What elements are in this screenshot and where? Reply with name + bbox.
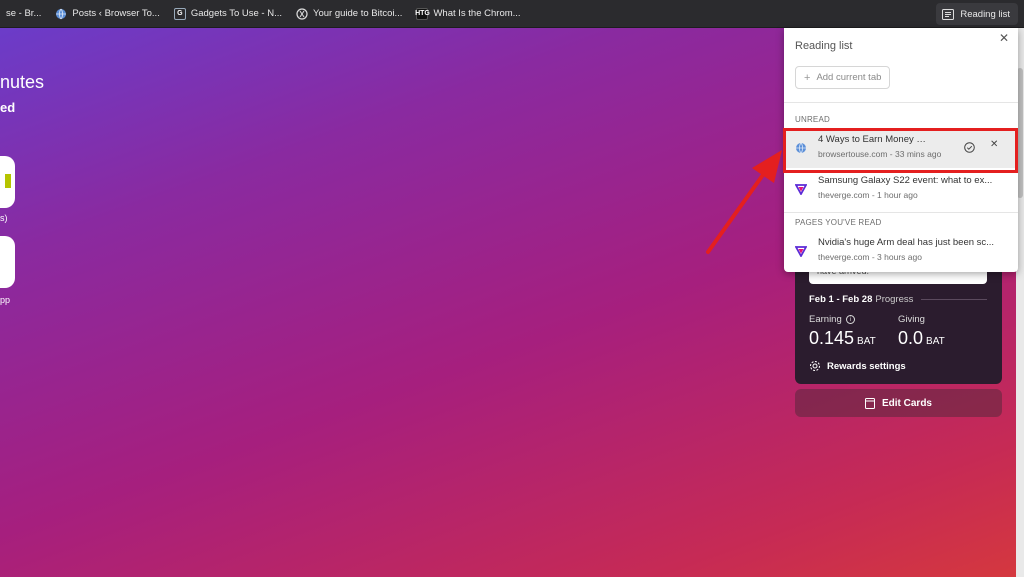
add-current-tab-button[interactable]: + Add current tab xyxy=(795,66,891,89)
info-icon[interactable]: i xyxy=(845,315,855,324)
bookmark-label: Your guide to Bitcoi... xyxy=(313,8,403,19)
bookmark-posts[interactable]: Posts ‹ Browser To... xyxy=(49,3,165,25)
bookmark-htg[interactable]: HTG What Is the Chrom... xyxy=(410,3,526,25)
bookmark-label: What Is the Chrom... xyxy=(433,8,521,19)
edit-cards-label: Edit Cards xyxy=(881,397,932,409)
rewards-period: Feb 1 - Feb 28 Progress xyxy=(809,294,987,305)
bitcoin-guide-icon xyxy=(296,7,308,20)
reading-list-label: Reading list xyxy=(960,8,1010,20)
item-meta: theverge.com - 3 hours ago xyxy=(818,252,922,262)
giving-unit: BAT xyxy=(926,336,945,347)
verge-icon xyxy=(794,244,808,258)
bookmark-brave[interactable]: se - Br... xyxy=(0,3,47,25)
reading-list-item[interactable]: Samsung Galaxy S22 event: what to ex... … xyxy=(784,169,1018,209)
divider xyxy=(784,102,1018,103)
reading-list-item[interactable]: Nvidia's huge Arm deal has just been sc.… xyxy=(784,231,1018,271)
bookmark-label: Gadgets To Use - N... xyxy=(190,8,283,19)
read-section-label: PAGES YOU'VE READ xyxy=(795,218,882,227)
reading-list-button[interactable]: Reading list xyxy=(936,3,1018,25)
giving-label: Giving xyxy=(898,314,925,325)
plus-icon: + xyxy=(804,71,811,84)
giving-value: 0.0 BAT xyxy=(898,328,945,349)
rewards-settings-label: Rewards settings xyxy=(827,360,906,372)
item-title: Samsung Galaxy S22 event: what to ex... xyxy=(818,175,993,186)
edit-cards-icon xyxy=(864,397,875,409)
add-current-tab-label: Add current tab xyxy=(816,72,882,83)
unread-section-label: UNREAD xyxy=(795,115,830,124)
top-site-caption: s) xyxy=(0,213,8,223)
globe-icon xyxy=(55,8,67,20)
item-title: Nvidia's huge Arm deal has just been sc.… xyxy=(818,237,995,248)
stats-heading: nutes xyxy=(0,72,45,92)
earning-label: Earning i xyxy=(809,314,855,325)
divider xyxy=(784,212,1018,213)
stats-subheading: ed xyxy=(0,100,16,115)
top-site-tile[interactable] xyxy=(0,156,15,208)
period-dates: Feb 1 - Feb 28 xyxy=(809,294,873,305)
close-icon[interactable]: ✕ xyxy=(999,31,1009,45)
earning-label-text: Earning xyxy=(809,314,842,325)
top-site-tile[interactable] xyxy=(0,236,15,288)
item-meta: theverge.com - 1 hour ago xyxy=(818,190,918,200)
reading-list-icon xyxy=(942,8,955,20)
tile-logo xyxy=(5,174,11,188)
bookmark-gadgets-to-use[interactable]: G Gadgets To Use - N... xyxy=(168,3,288,25)
period-label: Progress xyxy=(875,294,914,305)
gear-icon xyxy=(810,361,820,371)
period-divider xyxy=(921,299,987,300)
earning-amount: 0.145 xyxy=(809,328,855,348)
rewards-settings-link[interactable]: Rewards settings xyxy=(809,360,906,372)
reading-list-title: Reading list xyxy=(795,40,853,52)
edit-cards-button[interactable]: Edit Cards xyxy=(795,389,1002,417)
verge-icon xyxy=(794,182,808,196)
bookmarks-bar: se - Br... Posts ‹ Browser To... G Gadge… xyxy=(0,0,1024,28)
highlight-box xyxy=(783,128,1018,173)
bookmark-bitcoin-guide[interactable]: Your guide to Bitcoi... xyxy=(290,3,408,25)
gadgets-to-use-icon: G xyxy=(173,7,186,20)
earning-value: 0.145 BAT xyxy=(809,328,876,349)
top-site-caption: pp xyxy=(0,295,11,305)
htg-icon: HTG xyxy=(415,7,430,20)
bookmark-label: se - Br... xyxy=(6,8,42,19)
giving-amount: 0.0 xyxy=(898,328,924,348)
earning-unit: BAT xyxy=(857,336,876,347)
bookmark-label: Posts ‹ Browser To... xyxy=(72,8,160,19)
